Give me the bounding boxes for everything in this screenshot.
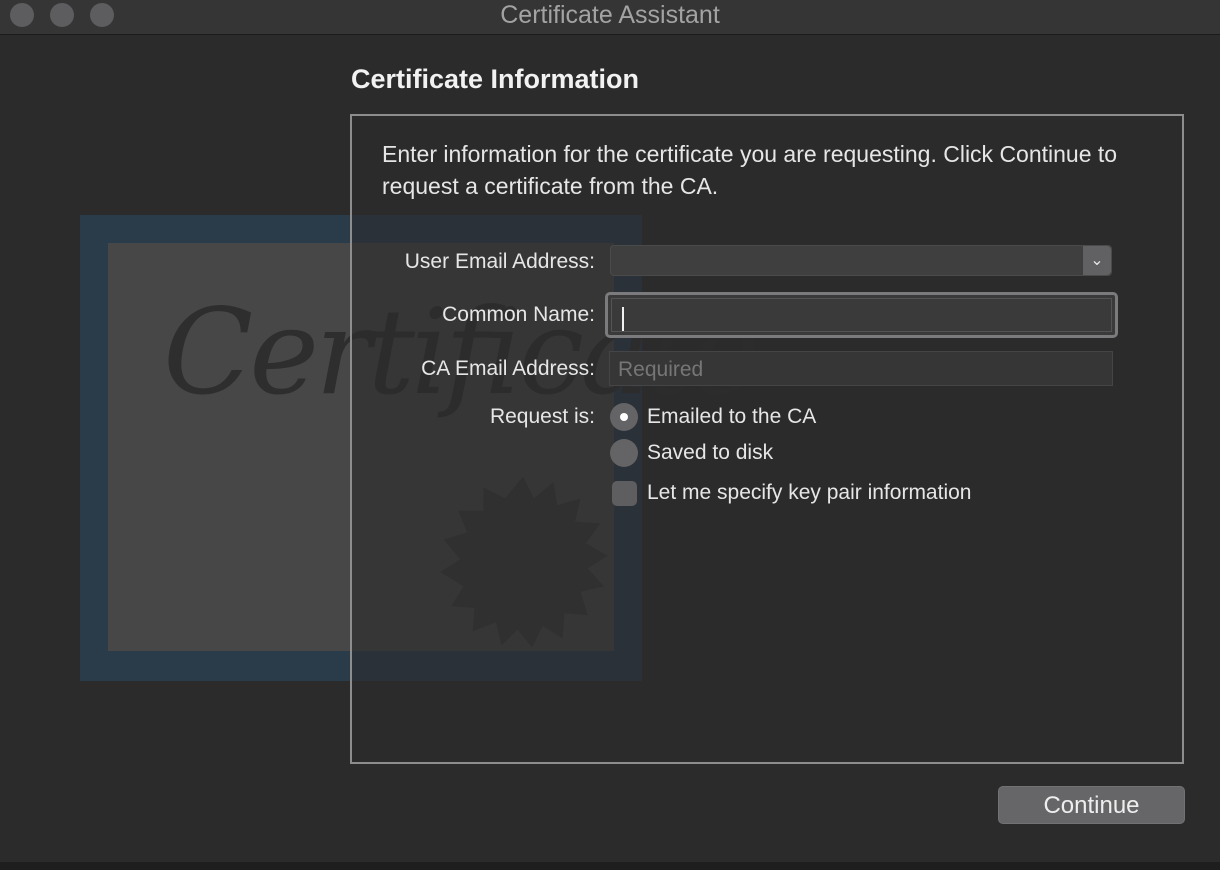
window-title: Certificate Assistant [500, 1, 720, 29]
ca-email-placeholder: Required [618, 358, 704, 381]
common-name-field[interactable] [605, 292, 1118, 338]
user-email-popup[interactable]: ⌄ [610, 245, 1112, 276]
chevron-down-icon[interactable]: ⌄ [1083, 246, 1111, 275]
radio-emailed-to-ca[interactable] [610, 403, 638, 431]
request-is-label: Request is: [489, 405, 595, 428]
certificate-assistant-window: Certificate Assistant Certificate Certif… [0, 0, 1220, 870]
text-caret [622, 307, 624, 331]
option-key-pair-label[interactable]: Let me specify key pair information [647, 481, 971, 505]
common-name-label: Common Name: [442, 303, 595, 326]
radio-saved-to-disk[interactable] [610, 439, 638, 467]
common-name-inner [611, 298, 1112, 332]
instructions-text: Enter information for the certificate yo… [382, 141, 1118, 199]
option-saved-label[interactable]: Saved to disk [647, 441, 773, 465]
option-emailed-label[interactable]: Emailed to the CA [647, 405, 816, 429]
ca-email-field[interactable]: Required [609, 351, 1113, 386]
continue-button[interactable]: Continue [998, 786, 1185, 824]
page-heading: Certificate Information [351, 64, 640, 94]
key-pair-checkbox[interactable] [612, 481, 637, 506]
radio-selected-dot [620, 413, 628, 421]
title-bar: Certificate Assistant [0, 0, 1220, 35]
window-bottom-edge [0, 862, 1220, 870]
content-panel [350, 114, 1184, 764]
ca-email-label: CA Email Address: [421, 357, 595, 380]
user-email-label: User Email Address: [404, 250, 595, 273]
